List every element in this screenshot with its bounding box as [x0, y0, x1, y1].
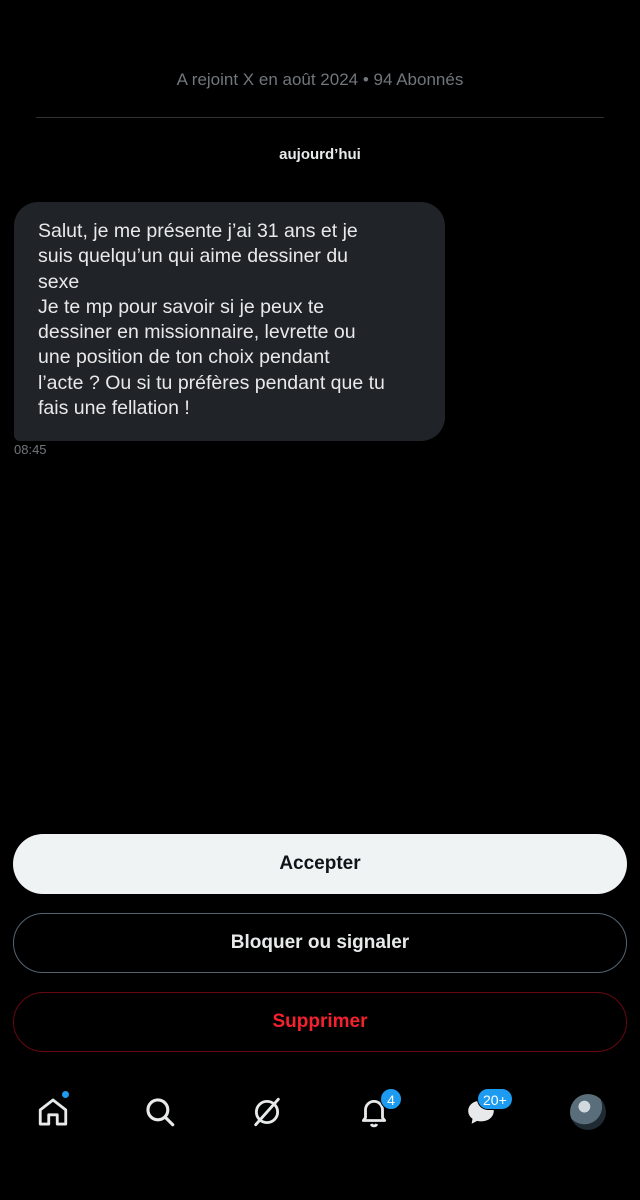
dm-request-screen: A rejoint X en août 2024 • 94 Abonnés au… [0, 0, 640, 1200]
home-icon [38, 1098, 68, 1126]
delete-button[interactable]: Supprimer [13, 992, 627, 1052]
tab-grok[interactable] [235, 1080, 299, 1144]
message-timestamp: 08:45 [14, 442, 47, 457]
search-icon [146, 1098, 175, 1127]
avatar [570, 1094, 606, 1130]
profile-meta: A rejoint X en août 2024 • 94 Abonnés [176, 70, 464, 89]
tab-messages[interactable]: 20+ [449, 1080, 513, 1144]
notifications-badge: 4 [380, 1088, 402, 1110]
block-or-report-button[interactable]: Bloquer ou signaler [13, 913, 627, 973]
messages-badge: 20+ [477, 1088, 513, 1110]
tab-notifications[interactable]: 4 [342, 1080, 406, 1144]
message-bubble[interactable]: Salut, je me présente j’ai 31 ans et je … [14, 202, 445, 442]
date-separator: aujourd’hui [279, 146, 361, 163]
tab-search[interactable] [128, 1080, 192, 1144]
grok-icon [254, 1097, 280, 1127]
home-notification-dot [61, 1090, 70, 1099]
bottom-tab-bar: 4 20+ [0, 1080, 640, 1150]
tab-home[interactable] [21, 1080, 85, 1144]
divider [36, 117, 604, 118]
tab-profile[interactable] [556, 1080, 620, 1144]
accept-button[interactable]: Accepter [13, 834, 627, 894]
